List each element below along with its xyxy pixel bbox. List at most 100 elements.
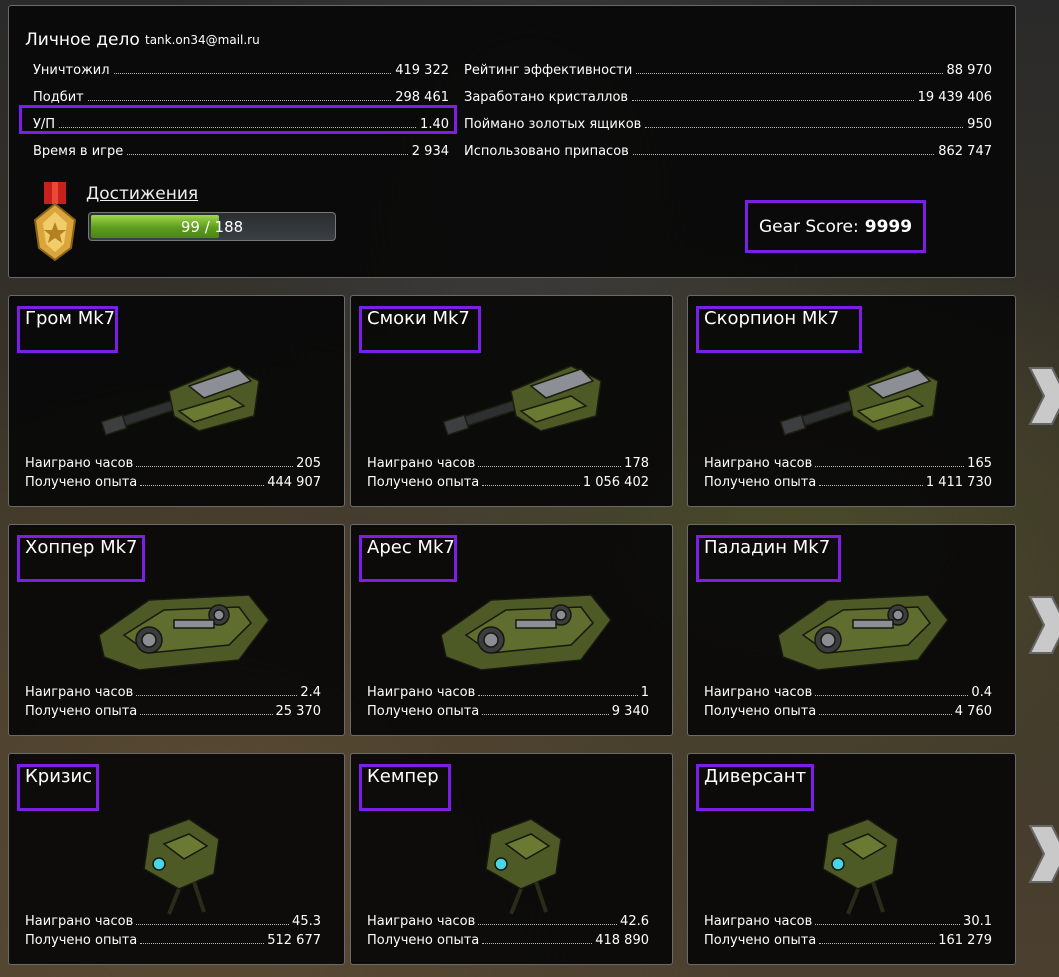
hours-label: Наиграно часов — [704, 456, 813, 471]
gear-score-label: Gear Score: — [758, 216, 859, 237]
hours-value: 165 — [967, 456, 992, 471]
card-title: Диверсант — [704, 766, 807, 787]
xp-label: Получено опыта — [367, 475, 480, 490]
hours-played-row: Наиграно часов 178 — [367, 453, 649, 471]
hours-value: 30.1 — [963, 914, 992, 929]
card-title: Хоппер Mk7 — [25, 537, 138, 558]
weapon-card[interactable]: Арес Mk7 Наиграно часов 1 Получено опыта 9 3… — [350, 524, 673, 736]
weapon-card[interactable]: Гром Mk7 Наиграно часов 205 Получено опыта 4… — [8, 295, 345, 507]
xp-row: Получено опыта 4 760 — [704, 701, 992, 719]
weapon-card[interactable]: Смоки Mk7 Наиграно часов 178 Получено опыта… — [350, 295, 673, 507]
hours-played-row: Наиграно часов 45.3 — [25, 911, 321, 929]
achievements-link[interactable]: Достижения — [86, 184, 198, 204]
stat-label: Использовано припасов — [464, 144, 629, 159]
hours-label: Наиграно часов — [367, 685, 476, 700]
weapon-card[interactable]: Диверсант Наиграно часов 30.1 Получено опыт… — [687, 753, 1016, 965]
xp-row: Получено опыта 25 370 — [25, 701, 321, 719]
card-title: Смоки Mk7 — [367, 308, 470, 329]
xp-value: 9 340 — [611, 704, 649, 719]
xp-value: 418 890 — [595, 933, 649, 948]
card-title: Паладин Mk7 — [704, 537, 831, 558]
stat-supplies: Использовано припасов 862 747 — [464, 139, 992, 159]
hours-value: 205 — [296, 456, 321, 471]
stat-label: Заработано кристаллов — [464, 90, 629, 105]
chevron-right-icon[interactable] — [1026, 595, 1059, 655]
stat-value: 298 461 — [395, 90, 449, 105]
xp-value: 1 056 402 — [582, 475, 649, 490]
weapon-card[interactable]: Кризис Наиграно часов 45.3 Получено опыта 51… — [8, 753, 345, 965]
xp-value: 1 411 730 — [925, 475, 992, 490]
stat-play-time: Время в игре 2 934 — [33, 139, 449, 159]
hours-played-row: Наиграно часов 30.1 — [704, 911, 992, 929]
gear-score-value: 9999 — [864, 216, 913, 237]
progress-text: 99 / 188 — [180, 218, 244, 236]
xp-label: Получено опыта — [367, 704, 480, 719]
hours-label: Наиграно часов — [25, 685, 134, 700]
stat-label: Поймано золотых ящиков — [464, 117, 642, 132]
hours-played-row: Наиграно часов 42.6 — [367, 911, 649, 929]
hours-label: Наиграно часов — [704, 914, 813, 929]
hours-value: 2.4 — [300, 685, 321, 700]
xp-row: Получено опыта 1 056 402 — [367, 472, 649, 490]
xp-label: Получено опыта — [704, 933, 817, 948]
chevron-right-icon[interactable] — [1026, 824, 1059, 884]
xp-label: Получено опыта — [25, 933, 138, 948]
card-title: Скорпион Mk7 — [704, 308, 840, 329]
card-title: Гром Mk7 — [25, 308, 116, 329]
hours-value: 1 — [640, 685, 649, 700]
hours-label: Наиграно часов — [25, 914, 134, 929]
xp-label: Получено опыта — [25, 704, 138, 719]
achievements-progress-bar: 99 / 188 — [88, 212, 336, 241]
stat-deaths: Подбит 298 461 — [33, 85, 449, 105]
weapon-card[interactable]: Хоппер Mk7 Наиграно часов 2.4 Получено опыт… — [8, 524, 345, 736]
xp-value: 161 279 — [938, 933, 992, 948]
hours-value: 45.3 — [292, 914, 321, 929]
stat-value: 2 934 — [411, 144, 449, 159]
xp-value: 25 370 — [275, 704, 322, 719]
medal-icon — [33, 182, 77, 262]
stat-crystals: Заработано кристаллов 19 439 406 — [464, 85, 992, 105]
hours-label: Наиграно часов — [367, 456, 476, 471]
stat-gold-boxes: Поймано золотых ящиков 950 — [464, 112, 992, 132]
stat-value: 88 970 — [946, 63, 993, 78]
card-title: Кемпер — [367, 766, 439, 787]
stat-kills: Уничтожил 419 322 — [33, 58, 449, 78]
xp-value: 512 677 — [267, 933, 321, 948]
stat-label: Уничтожил — [33, 63, 110, 78]
weapon-card[interactable]: Кемпер Наиграно часов 42.6 Получено опыта 41… — [350, 753, 673, 965]
xp-row: Получено опыта 1 411 730 — [704, 472, 992, 490]
xp-row: Получено опыта 444 907 — [25, 472, 321, 490]
stat-value: 862 747 — [938, 144, 992, 159]
hours-played-row: Наиграно часов 2.4 — [25, 682, 321, 700]
hours-label: Наиграно часов — [25, 456, 134, 471]
profile-panel: Личное дело tank.on34@mail.ru Уничтожил 4… — [8, 5, 1016, 278]
weapon-card[interactable]: Паладин Mk7 Наиграно часов 0.4 Получено опы… — [687, 524, 1016, 736]
xp-label: Получено опыта — [704, 704, 817, 719]
stat-label: Рейтинг эффективности — [464, 63, 633, 78]
hours-value: 0.4 — [971, 685, 992, 700]
xp-row: Получено опыта 418 890 — [367, 930, 649, 948]
stat-value: 950 — [967, 117, 992, 132]
weapon-card[interactable]: Скорпион Mk7 Наиграно часов 165 Получено оп… — [687, 295, 1016, 507]
kd-highlight-box — [19, 105, 457, 134]
xp-value: 4 760 — [954, 704, 992, 719]
card-title: Арес Mk7 — [367, 537, 455, 558]
hours-label: Наиграно часов — [704, 685, 813, 700]
chevron-right-icon[interactable] — [1026, 366, 1059, 426]
hours-played-row: Наиграно часов 0.4 — [704, 682, 992, 700]
hours-played-row: Наиграно часов 205 — [25, 453, 321, 471]
hours-value: 42.6 — [620, 914, 649, 929]
stat-value: 19 439 406 — [917, 90, 992, 105]
stat-efficiency: Рейтинг эффективности 88 970 — [464, 58, 992, 78]
xp-label: Получено опыта — [367, 933, 480, 948]
hours-played-row: Наиграно часов 1 — [367, 682, 649, 700]
xp-label: Получено опыта — [25, 475, 138, 490]
xp-label: Получено опыта — [704, 475, 817, 490]
stat-label: Подбит — [33, 90, 84, 105]
profile-email: tank.on34@mail.ru — [145, 33, 260, 47]
hours-value: 178 — [624, 456, 649, 471]
gear-score-box: Gear Score: 9999 — [745, 200, 926, 253]
stat-label: Время в игре — [33, 144, 124, 159]
xp-value: 444 907 — [267, 475, 321, 490]
xp-row: Получено опыта 512 677 — [25, 930, 321, 948]
